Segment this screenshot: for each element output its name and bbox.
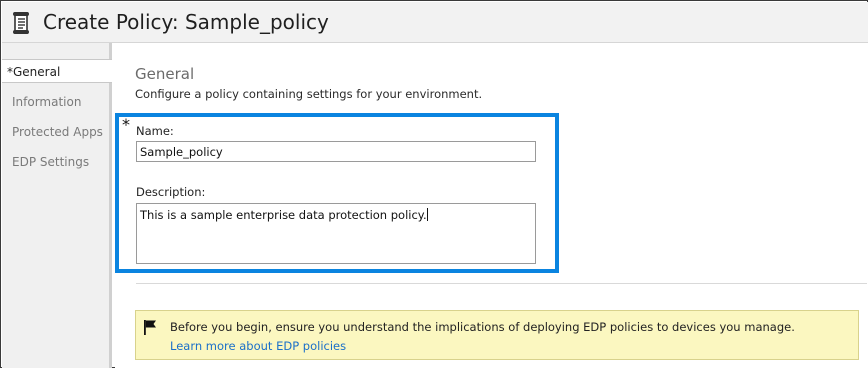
- notice-text: Before you begin, ensure you understand …: [170, 320, 795, 334]
- notice-banner: Before you begin, ensure you understand …: [135, 310, 859, 360]
- window-title: Create Policy: Sample_policy: [43, 10, 329, 34]
- learn-more-link[interactable]: Learn more about EDP policies: [170, 339, 346, 353]
- description-label: Description:: [136, 185, 206, 199]
- required-marker: *: [122, 115, 130, 134]
- section-divider: [136, 283, 867, 284]
- sidebar-item-label: *General: [7, 65, 61, 79]
- description-textarea[interactable]: This is a sample enterprise data protect…: [136, 203, 536, 264]
- name-label: Name:: [136, 124, 174, 138]
- section-description: Configure a policy containing settings f…: [135, 87, 483, 101]
- sidebar-item-edp-settings[interactable]: EDP Settings: [12, 155, 89, 169]
- main-panel: General Configure a policy containing se…: [115, 43, 868, 368]
- sidebar: *General Information Protected Apps EDP …: [2, 43, 112, 368]
- flag-icon: [144, 320, 156, 335]
- section-heading: General: [135, 65, 195, 83]
- policy-scroll-icon: [13, 12, 29, 34]
- sidebar-item-general[interactable]: *General: [2, 59, 112, 83]
- sidebar-item-information[interactable]: Information: [12, 95, 81, 109]
- sidebar-item-protected-apps[interactable]: Protected Apps: [12, 125, 103, 139]
- name-field[interactable]: Sample_policy: [136, 141, 536, 162]
- description-text: This is a sample enterprise data protect…: [140, 208, 427, 222]
- title-bar: Create Policy: Sample_policy: [2, 2, 868, 43]
- window-frame: Create Policy: Sample_policy *General In…: [0, 0, 868, 368]
- text-caret: [426, 208, 428, 221]
